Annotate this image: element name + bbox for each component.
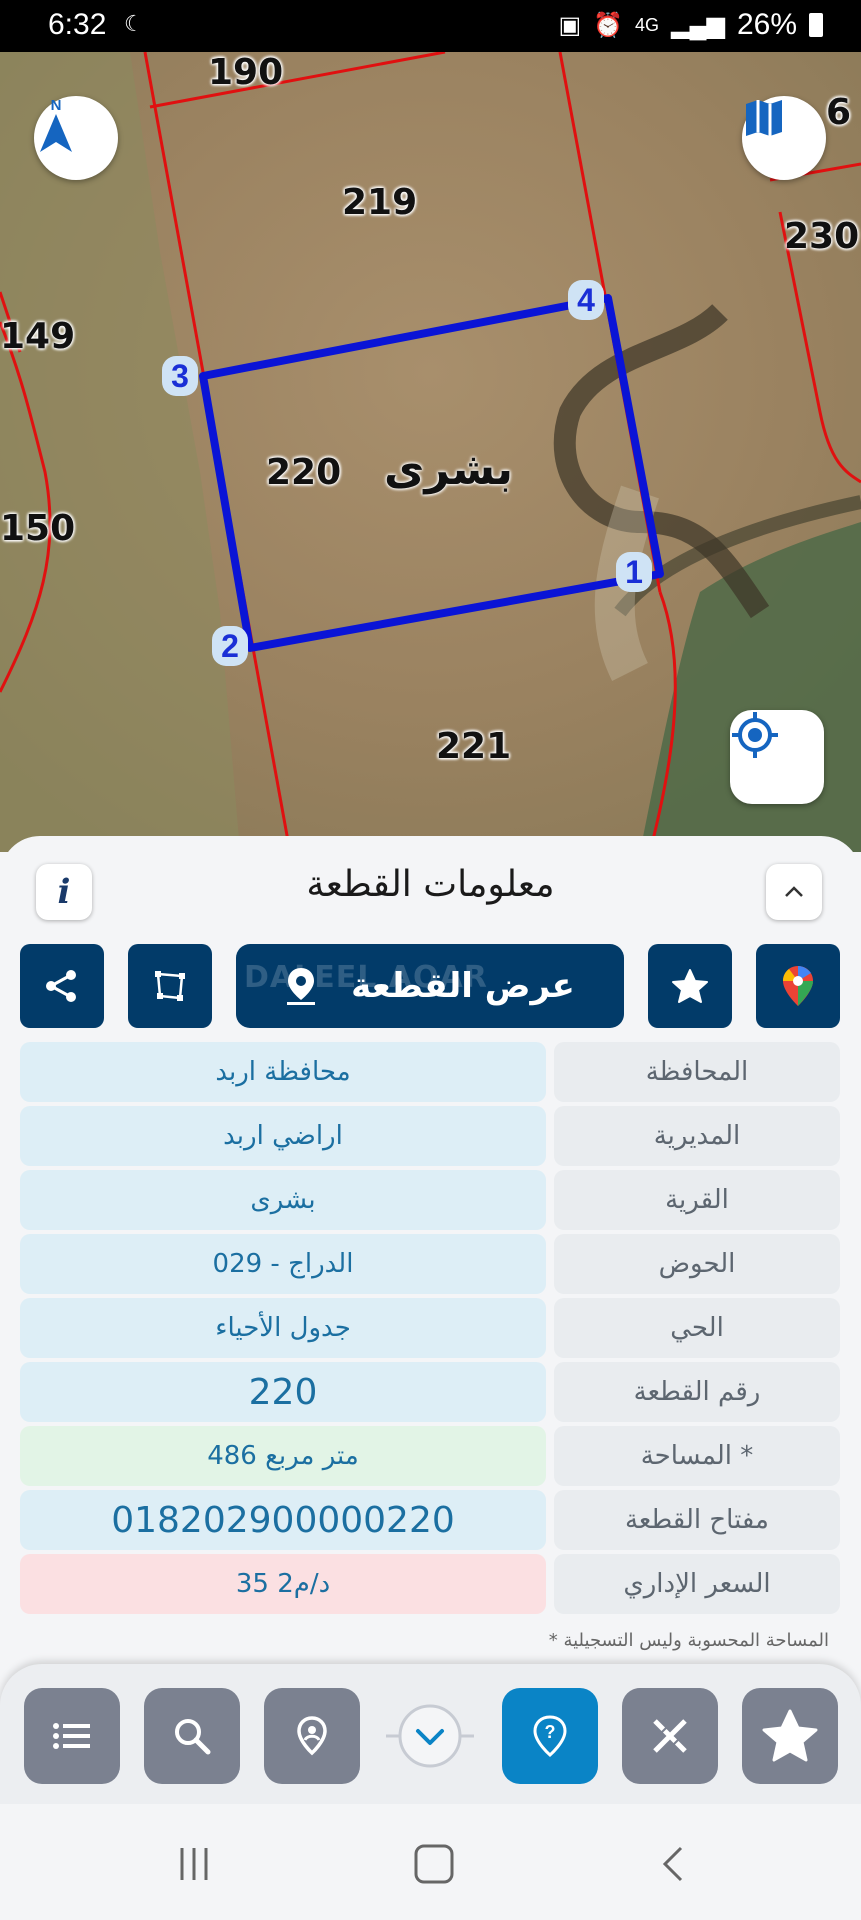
row-value: اراضي اربد: [20, 1106, 546, 1166]
north-label: N: [51, 97, 62, 114]
row-label: المديرية: [554, 1106, 840, 1166]
table-row: محافظة اربد المحافظة: [20, 1042, 840, 1102]
expand-button[interactable]: [386, 1700, 474, 1772]
row-value: محافظة اربد: [20, 1042, 546, 1102]
row-label: المحافظة: [554, 1042, 840, 1102]
corner-point: 3: [162, 356, 198, 396]
parcel-info-sheet: i معلومات القطعة DALEEL AQAR عرض القطعة …: [0, 836, 861, 1706]
favorites-button[interactable]: [742, 1688, 838, 1784]
row-label: القرية: [554, 1170, 840, 1230]
table-row: الدراج - 029 الحوض: [20, 1234, 840, 1294]
favorite-button[interactable]: [648, 944, 732, 1028]
map-view[interactable]: 190 219 230 149 150 220 221 6 بشرى 3 4 1…: [0, 52, 861, 852]
status-bar: 6:32 ☾ ▣ ⏰ 4G ▂▄▆ 26%: [0, 0, 861, 52]
help-icon: ?: [533, 1715, 567, 1757]
list-button[interactable]: [24, 1688, 120, 1784]
draw-shape-button[interactable]: [128, 944, 212, 1028]
google-maps-button[interactable]: [756, 944, 840, 1028]
view-parcel-button[interactable]: DALEEL AQAR عرض القطعة: [236, 944, 624, 1028]
home-button[interactable]: [404, 1834, 464, 1894]
signal-icon: ▂▄▆: [671, 11, 725, 39]
list-icon: [53, 1723, 90, 1749]
view-parcel-label: عرض القطعة: [351, 966, 575, 1006]
network-type: 4G: [635, 14, 660, 35]
map-layers-icon: [746, 100, 782, 136]
row-label: الحي: [554, 1298, 840, 1358]
compass-north-icon: N: [40, 97, 72, 152]
table-row: جدول الأحياء الحي: [20, 1298, 840, 1358]
polygon-shape-icon: [155, 971, 185, 1001]
row-value: 486 متر مربع: [20, 1426, 546, 1486]
table-row: 018202900000220 مفتاح القطعة: [20, 1490, 840, 1550]
notification-icon: ▣: [558, 11, 582, 39]
row-value: الدراج - 029: [20, 1234, 546, 1294]
row-value: 018202900000220: [20, 1490, 546, 1550]
alarm-icon: ⏰: [593, 11, 624, 39]
status-time: 6:32: [48, 8, 107, 41]
parcel-label: 190: [208, 52, 284, 93]
sheet-header: i معلومات القطعة: [0, 836, 861, 936]
recent-apps-icon: [180, 1848, 208, 1880]
star-icon: [672, 969, 708, 1003]
back-button[interactable]: [644, 1834, 704, 1894]
row-value: بشرى: [20, 1170, 546, 1230]
parcel-label-partial: 6: [826, 92, 852, 133]
tools-button[interactable]: [622, 1688, 718, 1784]
compass-button[interactable]: N: [34, 96, 118, 180]
back-icon: [662, 1846, 683, 1882]
table-row: 220 رقم القطعة: [20, 1362, 840, 1422]
search-button[interactable]: [144, 1688, 240, 1784]
chevron-down-icon: [386, 1704, 474, 1768]
battery-percent: 26%: [736, 8, 797, 41]
parcel-label: 219: [342, 182, 418, 223]
tools-icon: [653, 1719, 687, 1753]
row-label: مفتاح القطعة: [554, 1490, 840, 1550]
system-nav-bar: [0, 1804, 861, 1920]
google-maps-icon: [783, 966, 813, 1006]
corner-point: 1: [616, 552, 652, 592]
table-row: بشرى القرية: [20, 1170, 840, 1230]
parcel-label: 230: [784, 216, 860, 257]
recent-apps-button[interactable]: [164, 1834, 224, 1894]
parcel-label: 149: [0, 316, 76, 357]
area-footnote: * المساحة المحسوبة وليس التسجيلية: [548, 1630, 829, 1651]
corner-point: 2: [212, 626, 248, 666]
collapse-button[interactable]: [766, 864, 822, 920]
bottom-app-bar: ?: [0, 1664, 861, 1804]
battery-icon: [809, 13, 823, 37]
table-row: 486 متر مربع المساحة *: [20, 1426, 840, 1486]
star-icon: [762, 1709, 818, 1762]
row-value: جدول الأحياء: [20, 1298, 546, 1358]
help-button[interactable]: ?: [502, 1688, 598, 1784]
nearby-location-button[interactable]: [264, 1688, 360, 1784]
parcel-label-selected: 220: [266, 452, 342, 493]
parcel-label: 221: [436, 726, 512, 767]
share-icon: [46, 970, 76, 1002]
row-label: رقم القطعة: [554, 1362, 840, 1422]
table-row: اراضي اربد المديرية: [20, 1106, 840, 1166]
village-label: بشرى: [384, 444, 513, 495]
share-button[interactable]: [20, 944, 104, 1028]
mosque-icon: ☾: [124, 12, 144, 37]
action-toolbar: DALEEL AQAR عرض القطعة: [0, 944, 861, 1030]
location-pin-icon: [297, 1716, 327, 1756]
parcel-label: 150: [0, 508, 76, 549]
table-row: 35 د/م2 السعر الإداري: [20, 1554, 840, 1614]
svg-text:?: ?: [545, 1722, 556, 1742]
corner-point: 4: [568, 280, 604, 320]
row-value: 35 د/م2: [20, 1554, 546, 1614]
chevron-up-icon: [785, 886, 803, 897]
status-right: ▣ ⏰ 4G ▂▄▆ 26%: [558, 8, 823, 42]
map-layers-button[interactable]: [742, 96, 826, 180]
search-icon: [175, 1719, 211, 1755]
row-value: 220: [20, 1362, 546, 1422]
home-icon: [414, 1844, 454, 1884]
row-label: المساحة *: [554, 1426, 840, 1486]
my-location-icon: [732, 712, 778, 758]
my-location-button[interactable]: [730, 710, 824, 804]
sheet-title: معلومات القطعة: [306, 864, 555, 905]
row-label: الحوض: [554, 1234, 840, 1294]
location-marker-icon: [287, 968, 316, 1005]
row-label: السعر الإداري: [554, 1554, 840, 1614]
